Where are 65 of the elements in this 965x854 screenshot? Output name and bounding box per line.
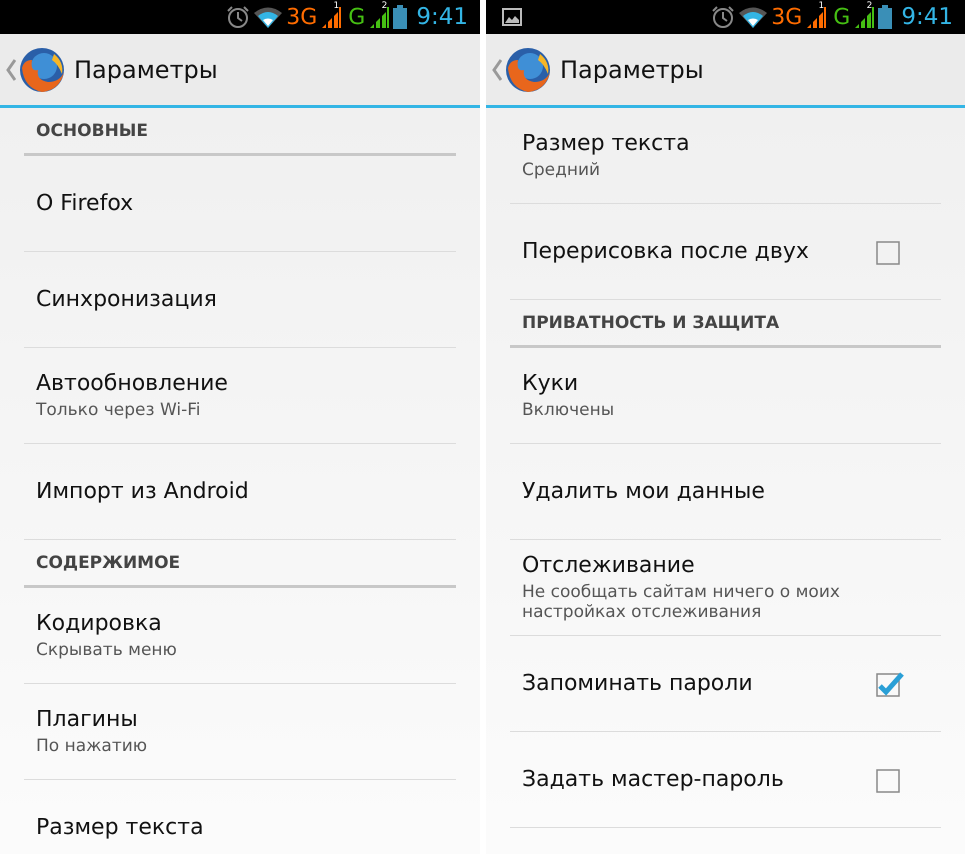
settings-item[interactable]: Импорт из Android — [24, 444, 456, 540]
network-type: 3G — [286, 4, 318, 30]
clock-time: 9:41 — [901, 4, 953, 30]
settings-item[interactable]: О Firefox — [24, 156, 456, 252]
signal-icon — [805, 6, 828, 28]
network-type: G — [348, 4, 366, 30]
fox-globe-logo[interactable] — [18, 46, 66, 94]
item-title: Синхронизация — [36, 287, 218, 312]
wifi-icon — [738, 6, 768, 28]
signal-icon — [853, 6, 876, 28]
signal-icon — [368, 6, 390, 28]
sim-number: 2 — [382, 1, 388, 11]
alarm-icon — [226, 5, 250, 29]
sim-number: 1 — [818, 1, 824, 11]
item-title: Размер текста — [36, 815, 205, 840]
wifi-icon — [253, 6, 284, 28]
section-heading: ОСНОВНЫЕ — [36, 120, 148, 140]
settings-item[interactable]: Кодировка Скрывать меню — [24, 588, 456, 684]
item-title: Плагины — [36, 707, 139, 732]
item-summary: Средний — [522, 160, 602, 180]
screen-title: Параметры — [560, 56, 704, 84]
item-title: Задать мастер-пароль — [522, 767, 785, 792]
item-title: Удалить мои данные — [522, 479, 766, 504]
settings-item[interactable]: Размер текста Средний — [510, 108, 941, 204]
checked-checkbox[interactable] — [875, 670, 905, 698]
settings-item[interactable]: Куки Включены — [510, 348, 941, 444]
screen-title: Параметры — [74, 56, 218, 84]
item-summary: Только через Wi-Fi — [36, 400, 202, 420]
settings-item[interactable]: Автообновление Только через Wi-Fi — [24, 348, 456, 444]
settings-item[interactable]: Синхронизация — [24, 252, 456, 348]
item-title: Кодировка — [36, 611, 163, 636]
signal-icon — [320, 6, 342, 28]
item-title: Автообновление — [36, 371, 229, 396]
battery-icon — [878, 5, 892, 29]
item-summary: Не сообщать сайтам ничего о моих настройках отслеживания — [522, 582, 841, 622]
settings-item[interactable]: Запоминать пароли — [510, 636, 941, 732]
back-icon[interactable] — [6, 58, 16, 80]
item-summary: Включены — [522, 400, 616, 420]
item-title: Импорт из Android — [36, 479, 250, 504]
item-title: Куки — [522, 371, 580, 396]
settings-item[interactable]: Размер текста — [24, 780, 456, 854]
section-heading: СОДЕРЖИМОЕ — [36, 552, 180, 572]
battery-icon — [393, 5, 408, 29]
settings-item[interactable]: Задать мастер-пароль — [510, 732, 941, 828]
item-title: Перерисовка после двух — [522, 239, 810, 264]
fox-globe-logo[interactable] — [504, 46, 552, 94]
item-title: Запоминать пароли — [522, 671, 754, 696]
image-icon — [502, 8, 522, 26]
item-summary: По нажатию — [36, 736, 148, 756]
settings-item[interactable]: Удалить мои данные — [510, 444, 941, 540]
settings-item[interactable]: Перерисовка после двух — [510, 204, 941, 300]
back-icon[interactable] — [492, 58, 502, 80]
item-title: Размер текста — [522, 131, 691, 156]
sim-number: 1 — [334, 1, 340, 11]
network-type: 3G — [771, 4, 802, 30]
alarm-icon — [711, 5, 736, 29]
item-title: Отслеживание — [522, 553, 696, 578]
settings-item[interactable]: Отслеживание Не сообщать сайтам ничего о моих настройках отслеживания — [510, 540, 941, 636]
item-summary: Скрывать меню — [36, 640, 178, 660]
network-type: G — [833, 4, 850, 30]
clock-time: 9:41 — [416, 4, 468, 30]
item-title: О Firefox — [36, 191, 134, 216]
sim-number: 2 — [866, 1, 872, 11]
section-heading: ПРИВАТНОСТЬ И ЗАЩИТА — [522, 312, 780, 332]
settings-item[interactable]: Плагины По нажатию — [24, 684, 456, 780]
